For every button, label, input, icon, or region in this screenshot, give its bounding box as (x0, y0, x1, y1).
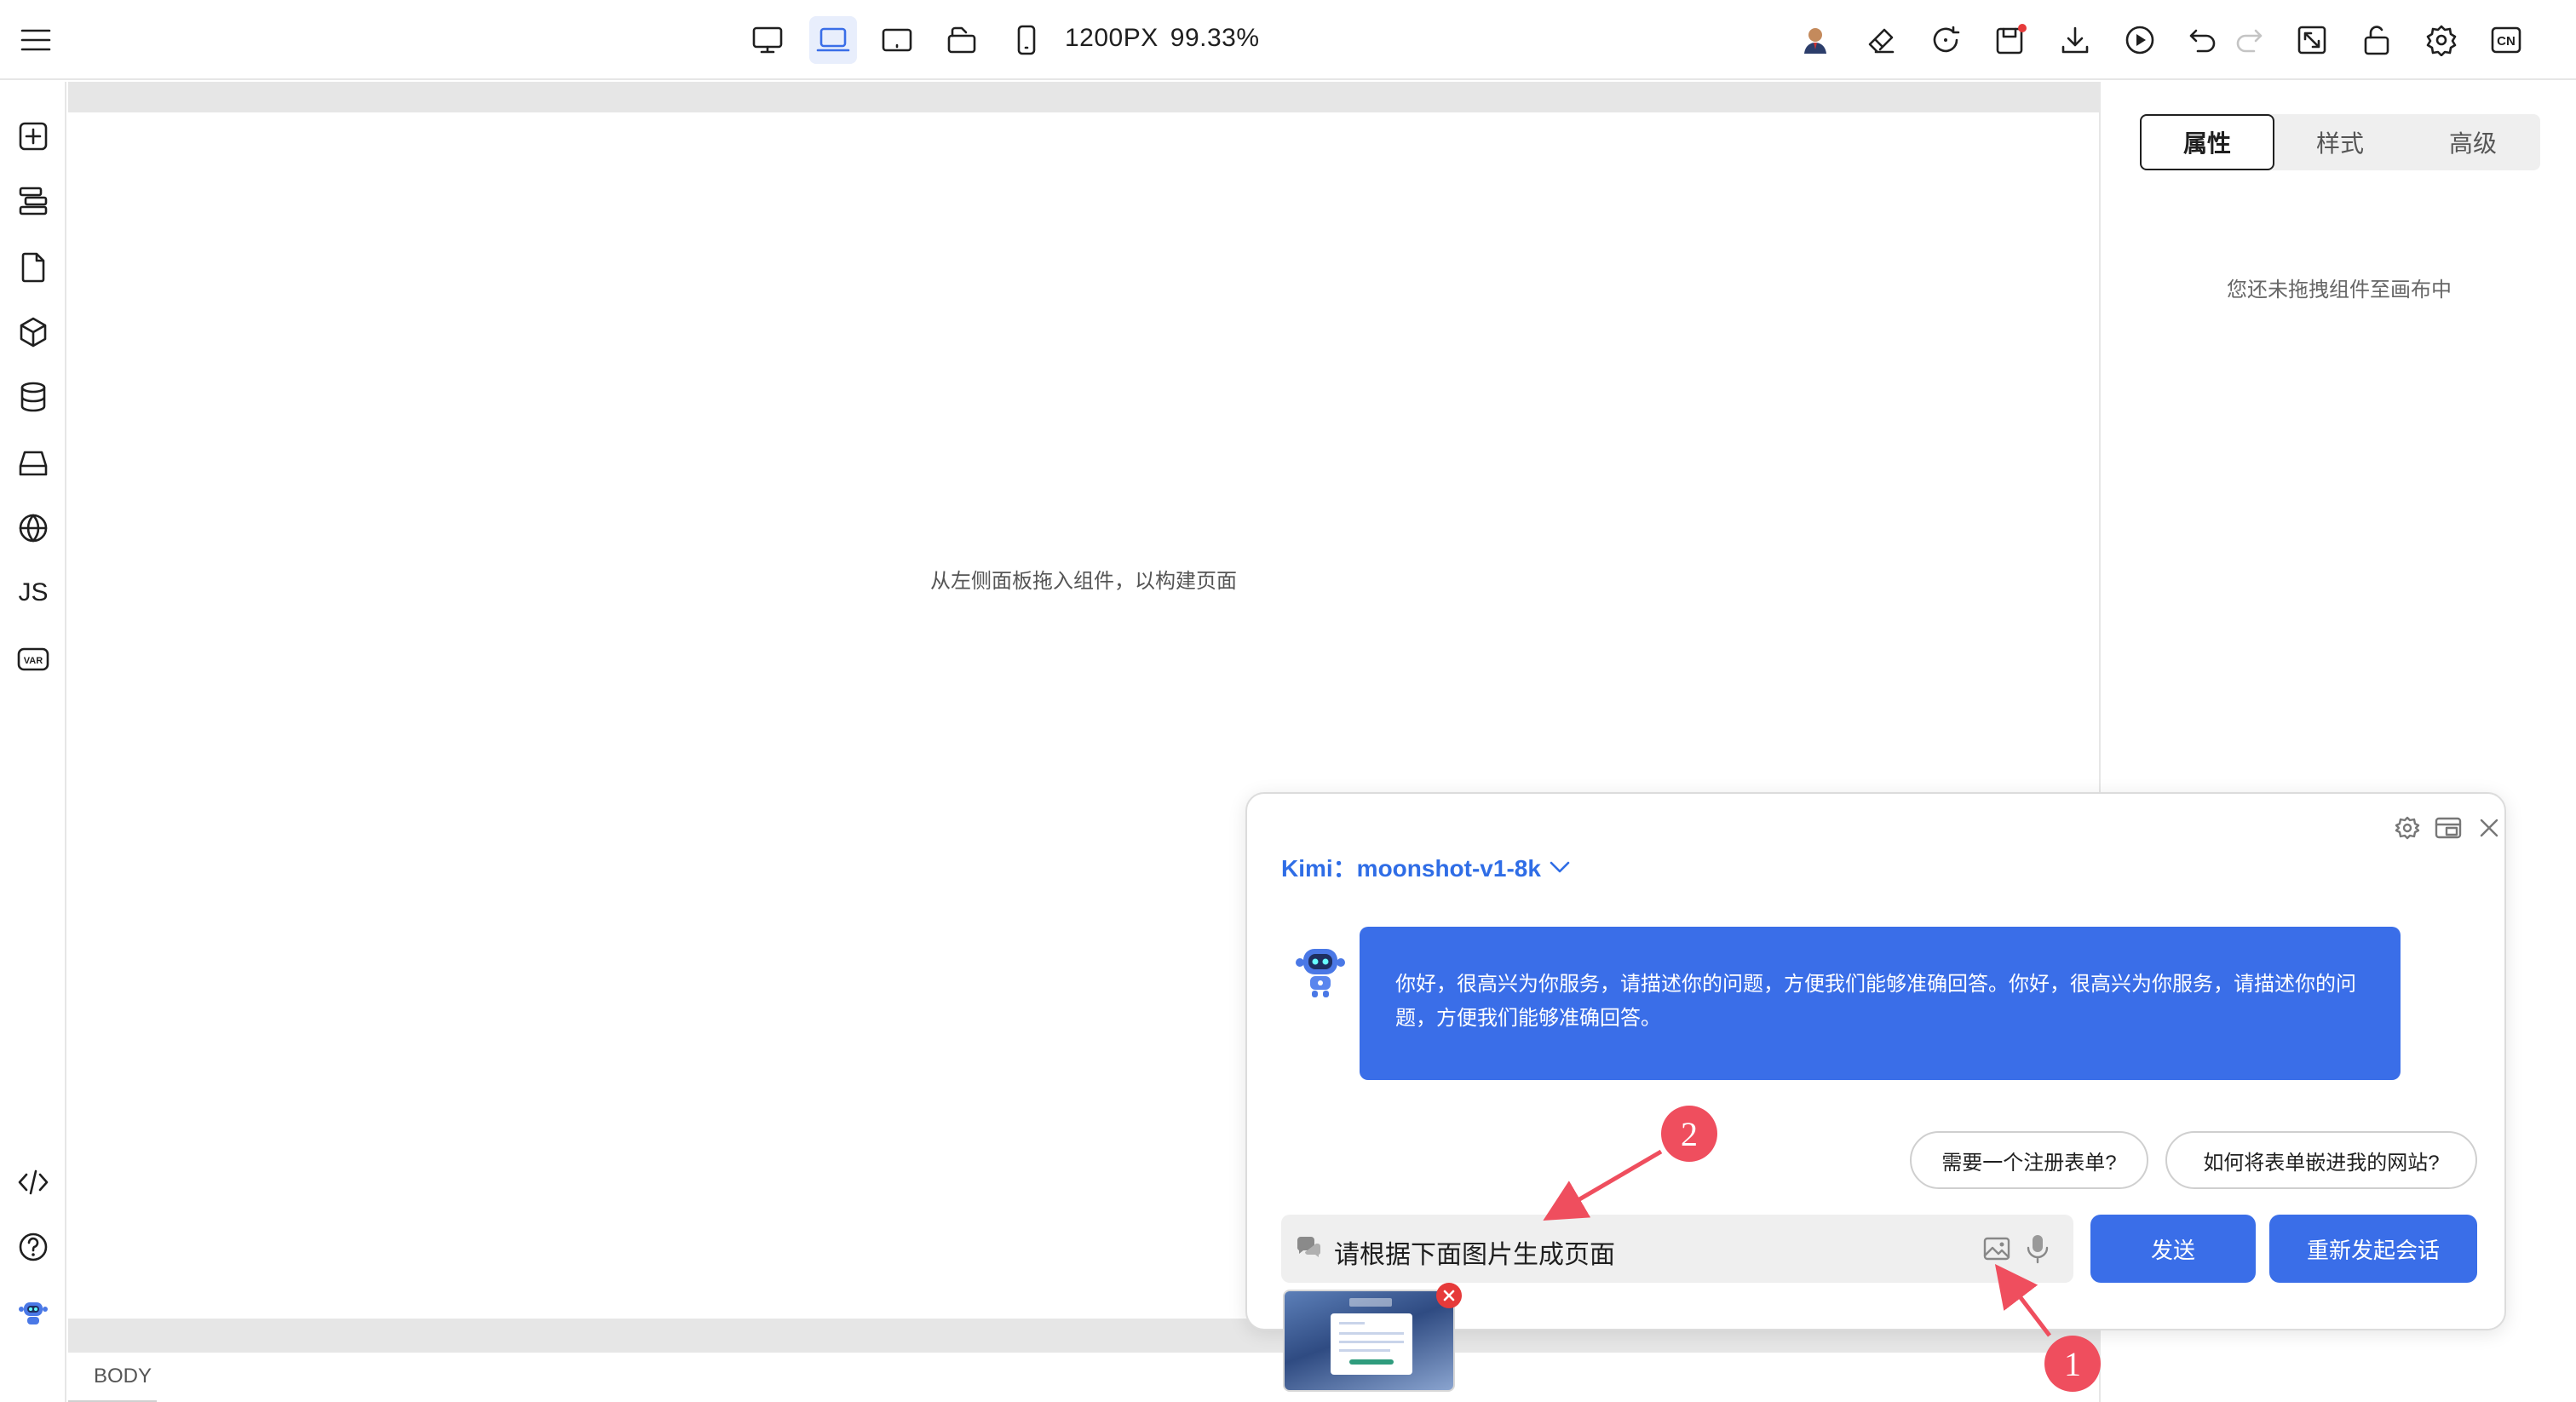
save-icon[interactable] (1987, 16, 2034, 64)
chat-settings-icon[interactable] (2390, 811, 2424, 845)
annotation-marker-2: 2 (1661, 1106, 1717, 1162)
chat-input[interactable]: 请根据下面图片生成页面 (1281, 1215, 2073, 1283)
tab-styles[interactable]: 样式 (2273, 114, 2407, 170)
ai-chat-panel: Kimi：moonshot-v1-8k 你好，很高兴为你服务，请描述你的问题，方… (1245, 792, 2506, 1392)
language-cn-icon[interactable]: CN (2482, 16, 2530, 64)
chat-popout-icon[interactable] (2431, 811, 2465, 845)
send-button[interactable]: 发送 (2090, 1215, 2256, 1283)
database-icon[interactable] (9, 373, 57, 421)
variables-icon[interactable]: VAR (9, 635, 57, 683)
status-bar (157, 1353, 2099, 1402)
device-rotate-button[interactable] (938, 16, 986, 64)
device-tablet-button[interactable] (873, 16, 921, 64)
menu-icon[interactable] (12, 16, 60, 64)
device-mobile-button[interactable] (1003, 16, 1050, 64)
tab-properties[interactable]: 属性 (2140, 114, 2274, 170)
undo-icon[interactable] (2179, 16, 2227, 64)
annotation-marker-1: 1 (2044, 1336, 2101, 1392)
globe-icon[interactable] (9, 504, 57, 552)
component-cube-icon[interactable] (9, 308, 57, 356)
unlock-icon[interactable] (2353, 16, 2401, 64)
help-icon[interactable] (9, 1223, 57, 1271)
suggestion-chip-register-form[interactable]: 需要一个注册表单? (1910, 1131, 2148, 1189)
model-label: Kimi：moonshot-v1-8k (1281, 855, 1541, 882)
svg-text:CN: CN (2497, 34, 2516, 49)
left-sidebar: JS VAR (0, 82, 66, 1402)
panel-tabs: 属性 样式 高级 (2140, 114, 2540, 170)
model-selector[interactable]: Kimi：moonshot-v1-8k (1281, 850, 1572, 884)
settings-gear-icon[interactable] (2418, 16, 2465, 64)
code-view-icon[interactable] (9, 1158, 57, 1206)
bot-avatar (1295, 944, 1346, 998)
add-component-icon[interactable] (9, 112, 57, 160)
layers-outline-icon[interactable] (9, 177, 57, 225)
js-script-button[interactable]: JS (9, 569, 57, 617)
empty-state-text: 您还未拖拽组件至画布中 (2227, 279, 2452, 302)
device-desktop-button[interactable] (744, 16, 791, 64)
viewport-width: 1200PX (1065, 24, 1159, 52)
canvas-placeholder-text: 从左侧面板拖入组件，以构建页面 (930, 570, 1237, 593)
eraser-icon[interactable] (1857, 16, 1905, 64)
page-file-icon[interactable] (9, 244, 57, 291)
chat-bubble-icon (1297, 1237, 1321, 1257)
zoom-level: 99.33% (1170, 24, 1260, 52)
chevron-down-icon (1550, 861, 1570, 873)
restart-conversation-button[interactable]: 重新发起会话 (2269, 1215, 2477, 1283)
storage-drive-icon[interactable] (9, 440, 57, 487)
preview-play-icon[interactable] (2116, 16, 2164, 64)
breadcrumb-body[interactable]: BODY (68, 1353, 157, 1402)
remove-attachment-icon[interactable] (1436, 1283, 1462, 1308)
user-avatar[interactable] (1791, 16, 1839, 64)
top-toolbar: 1200PX 99.33% CN (0, 0, 2576, 80)
svg-text:VAR: VAR (24, 656, 43, 666)
fullscreen-icon[interactable] (2288, 16, 2336, 64)
microphone-icon[interactable] (2021, 1232, 2055, 1266)
tab-advanced[interactable]: 高级 (2406, 114, 2540, 170)
image-upload-icon[interactable] (1980, 1233, 2014, 1264)
download-icon[interactable] (2051, 16, 2099, 64)
refresh-icon[interactable] (1922, 16, 1969, 64)
attached-image-thumbnail[interactable] (1283, 1290, 1455, 1392)
bot-message-bubble: 你好，很高兴为你服务，请描述你的问题，方便我们能够准确回答。你好，很高兴为你服务… (1360, 927, 2401, 1080)
ai-robot-icon[interactable] (9, 1288, 57, 1336)
device-laptop-button[interactable] (809, 16, 857, 64)
chat-close-icon[interactable] (2472, 811, 2506, 845)
viewport-readout: 1200PX 99.33% (1065, 24, 1272, 53)
chat-input-value: 请根据下面图片生成页面 (1334, 1241, 1615, 1269)
suggestion-chip-embed-form[interactable]: 如何将表单嵌进我的网站? (2165, 1131, 2477, 1189)
redo-icon[interactable] (2225, 16, 2273, 64)
